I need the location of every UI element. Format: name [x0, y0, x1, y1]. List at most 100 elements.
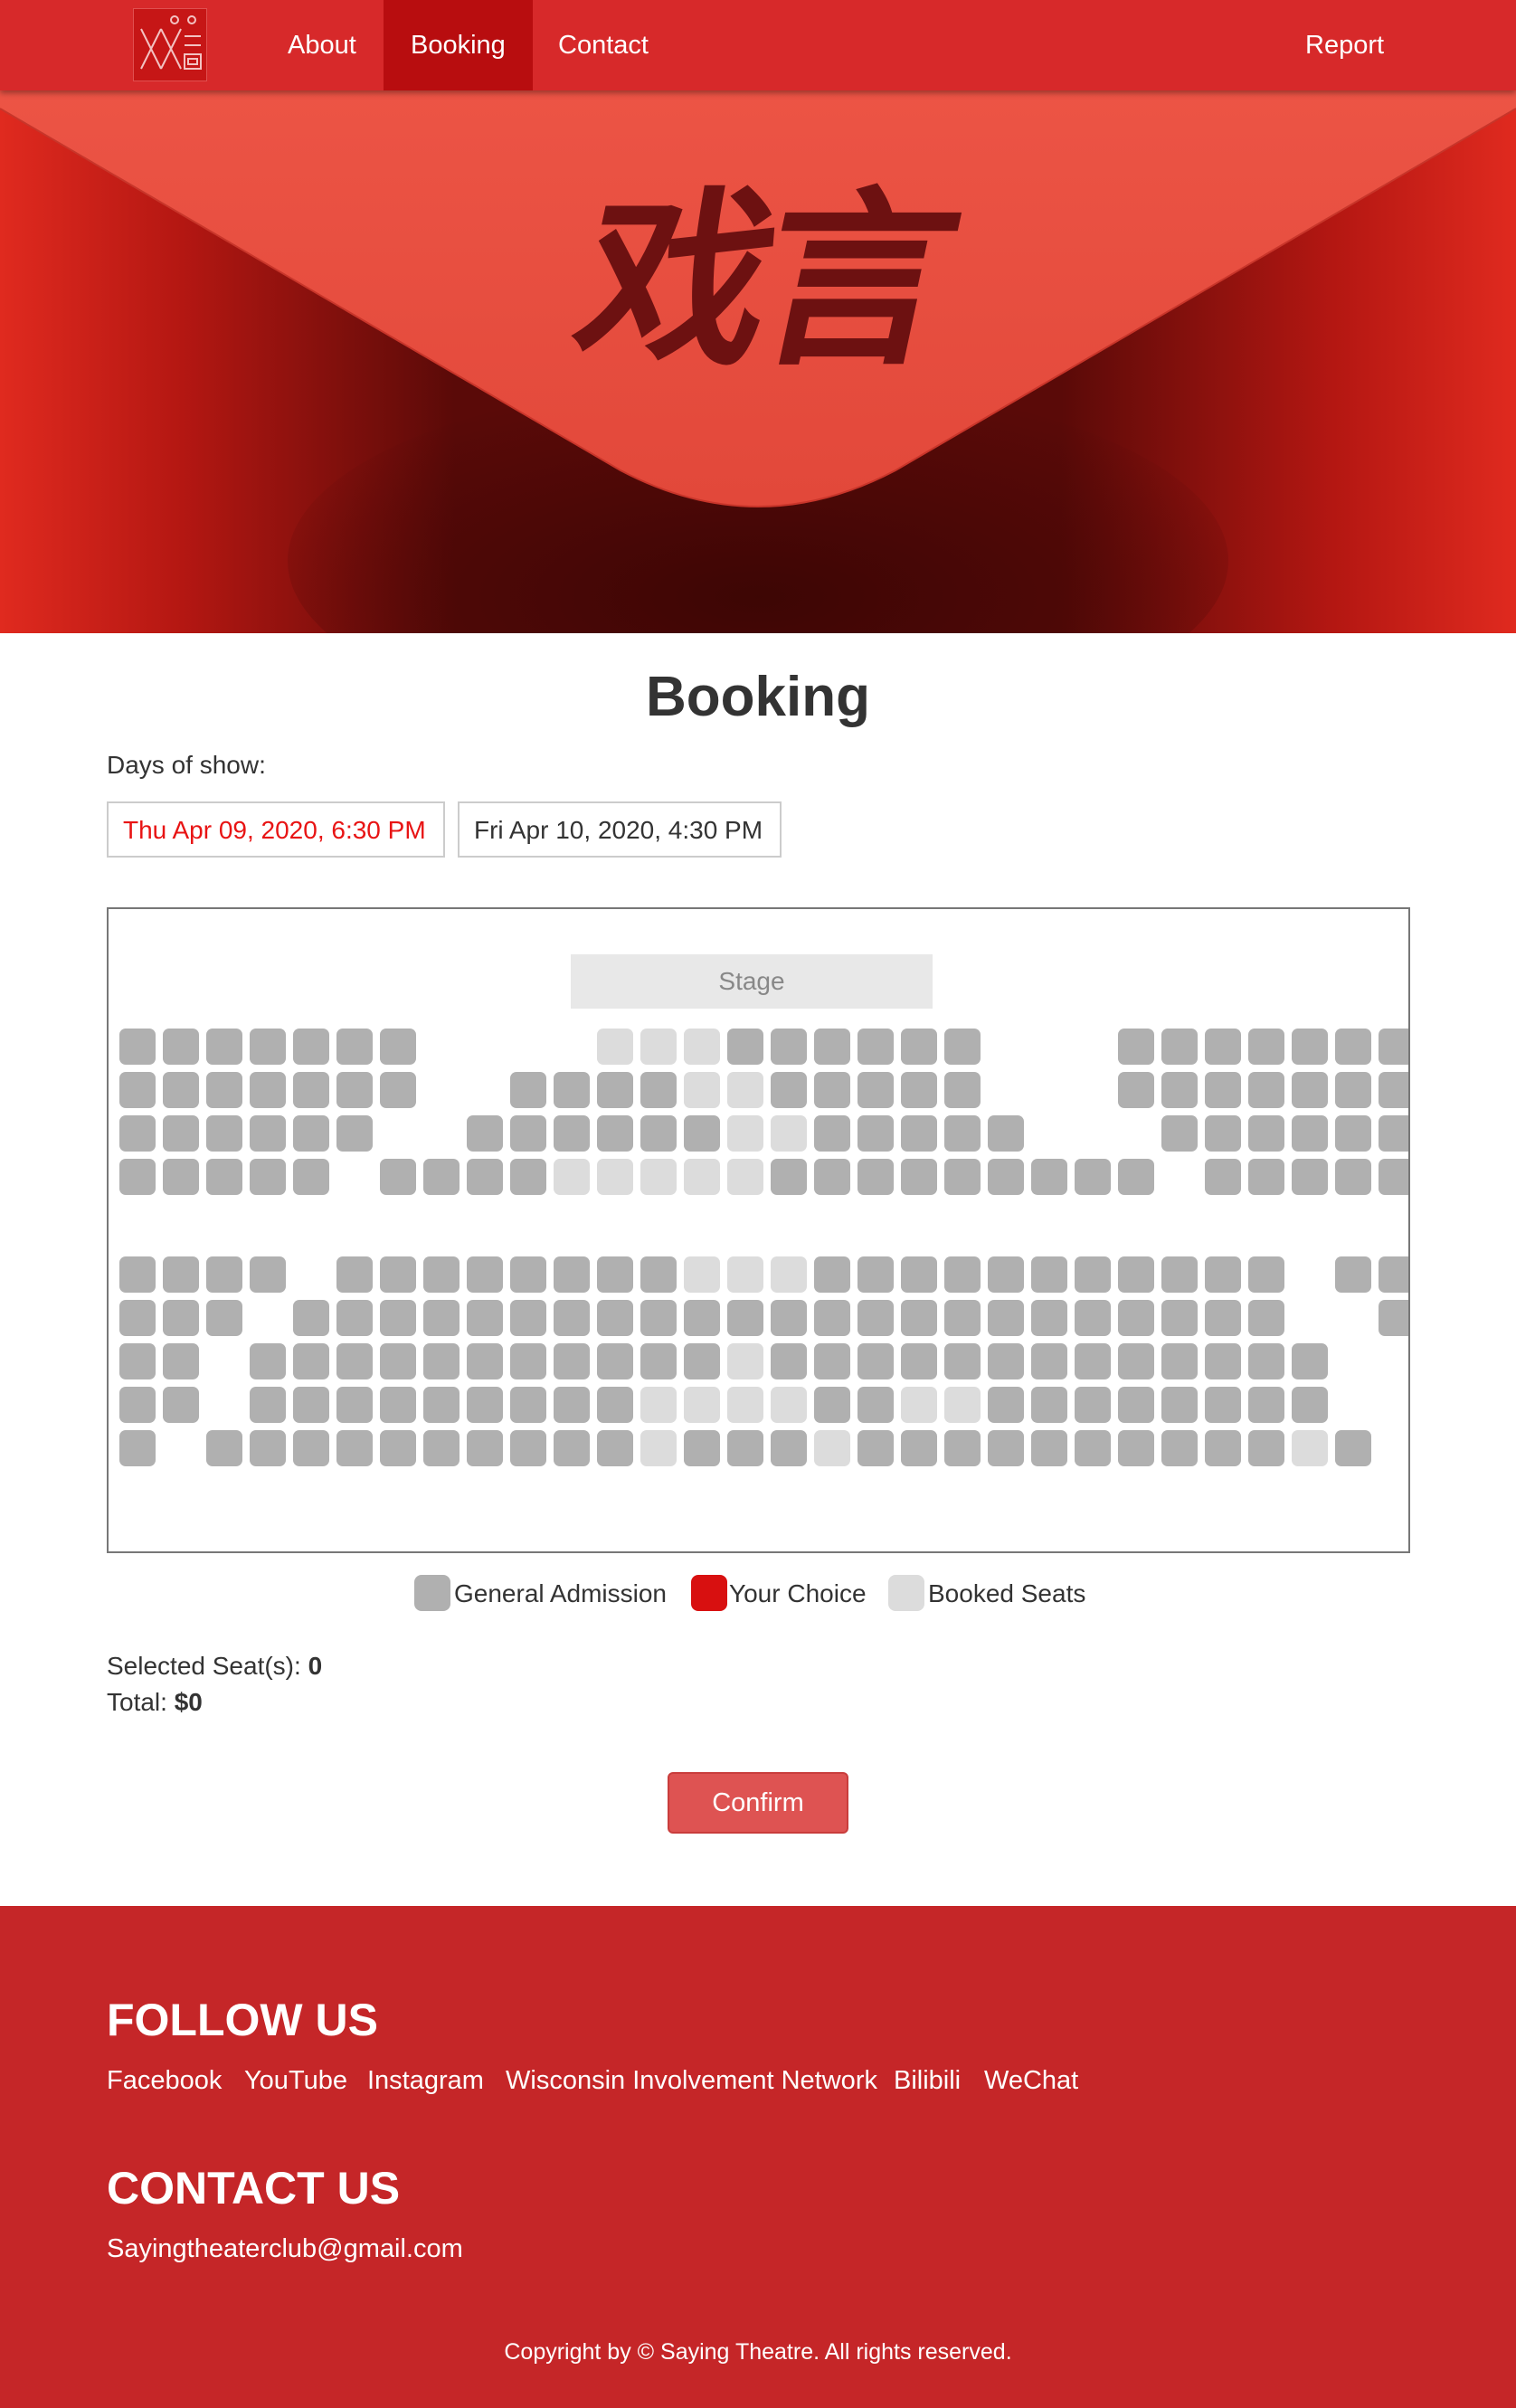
available-seat[interactable]	[510, 1300, 546, 1336]
available-seat[interactable]	[423, 1430, 460, 1466]
available-seat[interactable]	[814, 1300, 850, 1336]
available-seat[interactable]	[944, 1430, 981, 1466]
available-seat[interactable]	[1379, 1029, 1408, 1065]
available-seat[interactable]	[1292, 1387, 1328, 1423]
available-seat[interactable]	[380, 1430, 416, 1466]
available-seat[interactable]	[467, 1343, 503, 1379]
available-seat[interactable]	[250, 1430, 286, 1466]
available-seat[interactable]	[293, 1343, 329, 1379]
available-seat[interactable]	[901, 1256, 937, 1293]
available-seat[interactable]	[1379, 1115, 1408, 1152]
available-seat[interactable]	[1075, 1300, 1111, 1336]
available-seat[interactable]	[1205, 1029, 1241, 1065]
nav-report[interactable]: Report	[1278, 0, 1411, 90]
available-seat[interactable]	[336, 1430, 373, 1466]
available-seat[interactable]	[857, 1430, 894, 1466]
nav-contact[interactable]: Contact	[531, 0, 676, 90]
site-logo[interactable]	[133, 8, 207, 81]
available-seat[interactable]	[1075, 1256, 1111, 1293]
available-seat[interactable]	[1118, 1387, 1154, 1423]
available-seat[interactable]	[467, 1256, 503, 1293]
available-seat[interactable]	[336, 1387, 373, 1423]
available-seat[interactable]	[597, 1300, 633, 1336]
available-seat[interactable]	[293, 1072, 329, 1108]
available-seat[interactable]	[163, 1072, 199, 1108]
available-seat[interactable]	[857, 1029, 894, 1065]
available-seat[interactable]	[119, 1343, 156, 1379]
available-seat[interactable]	[206, 1300, 242, 1336]
available-seat[interactable]	[857, 1343, 894, 1379]
available-seat[interactable]	[597, 1387, 633, 1423]
available-seat[interactable]	[206, 1430, 242, 1466]
available-seat[interactable]	[901, 1029, 937, 1065]
available-seat[interactable]	[554, 1115, 590, 1152]
available-seat[interactable]	[857, 1115, 894, 1152]
available-seat[interactable]	[771, 1300, 807, 1336]
available-seat[interactable]	[380, 1029, 416, 1065]
available-seat[interactable]	[467, 1159, 503, 1195]
available-seat[interactable]	[336, 1029, 373, 1065]
available-seat[interactable]	[814, 1115, 850, 1152]
available-seat[interactable]	[119, 1300, 156, 1336]
available-seat[interactable]	[119, 1115, 156, 1152]
available-seat[interactable]	[944, 1159, 981, 1195]
available-seat[interactable]	[1205, 1256, 1241, 1293]
available-seat[interactable]	[1205, 1115, 1241, 1152]
available-seat[interactable]	[1161, 1430, 1198, 1466]
available-seat[interactable]	[944, 1029, 981, 1065]
available-seat[interactable]	[1118, 1159, 1154, 1195]
available-seat[interactable]	[380, 1387, 416, 1423]
available-seat[interactable]	[857, 1387, 894, 1423]
available-seat[interactable]	[1248, 1072, 1284, 1108]
available-seat[interactable]	[1335, 1029, 1371, 1065]
available-seat[interactable]	[293, 1115, 329, 1152]
available-seat[interactable]	[250, 1159, 286, 1195]
available-seat[interactable]	[1335, 1430, 1371, 1466]
available-seat[interactable]	[944, 1300, 981, 1336]
available-seat[interactable]	[510, 1343, 546, 1379]
available-seat[interactable]	[163, 1029, 199, 1065]
available-seat[interactable]	[988, 1387, 1024, 1423]
available-seat[interactable]	[771, 1029, 807, 1065]
available-seat[interactable]	[901, 1300, 937, 1336]
available-seat[interactable]	[1335, 1115, 1371, 1152]
available-seat[interactable]	[423, 1256, 460, 1293]
available-seat[interactable]	[597, 1430, 633, 1466]
available-seat[interactable]	[1292, 1115, 1328, 1152]
available-seat[interactable]	[163, 1343, 199, 1379]
available-seat[interactable]	[597, 1115, 633, 1152]
available-seat[interactable]	[1118, 1256, 1154, 1293]
available-seat[interactable]	[554, 1072, 590, 1108]
available-seat[interactable]	[1075, 1159, 1111, 1195]
available-seat[interactable]	[1379, 1159, 1408, 1195]
available-seat[interactable]	[1161, 1115, 1198, 1152]
available-seat[interactable]	[293, 1430, 329, 1466]
available-seat[interactable]	[1075, 1387, 1111, 1423]
available-seat[interactable]	[1205, 1387, 1241, 1423]
footer-link-instagram[interactable]: Instagram	[367, 2066, 484, 2096]
available-seat[interactable]	[554, 1430, 590, 1466]
available-seat[interactable]	[771, 1430, 807, 1466]
available-seat[interactable]	[684, 1300, 720, 1336]
available-seat[interactable]	[727, 1430, 763, 1466]
available-seat[interactable]	[206, 1072, 242, 1108]
available-seat[interactable]	[163, 1387, 199, 1423]
available-seat[interactable]	[467, 1115, 503, 1152]
available-seat[interactable]	[771, 1159, 807, 1195]
available-seat[interactable]	[119, 1159, 156, 1195]
available-seat[interactable]	[640, 1343, 677, 1379]
available-seat[interactable]	[119, 1029, 156, 1065]
available-seat[interactable]	[1031, 1159, 1067, 1195]
available-seat[interactable]	[250, 1115, 286, 1152]
available-seat[interactable]	[293, 1029, 329, 1065]
available-seat[interactable]	[640, 1300, 677, 1336]
available-seat[interactable]	[250, 1072, 286, 1108]
available-seat[interactable]	[250, 1256, 286, 1293]
nav-booking[interactable]: Booking	[384, 0, 533, 90]
available-seat[interactable]	[1205, 1072, 1241, 1108]
available-seat[interactable]	[423, 1159, 460, 1195]
available-seat[interactable]	[814, 1072, 850, 1108]
available-seat[interactable]	[423, 1300, 460, 1336]
available-seat[interactable]	[163, 1256, 199, 1293]
available-seat[interactable]	[1118, 1072, 1154, 1108]
